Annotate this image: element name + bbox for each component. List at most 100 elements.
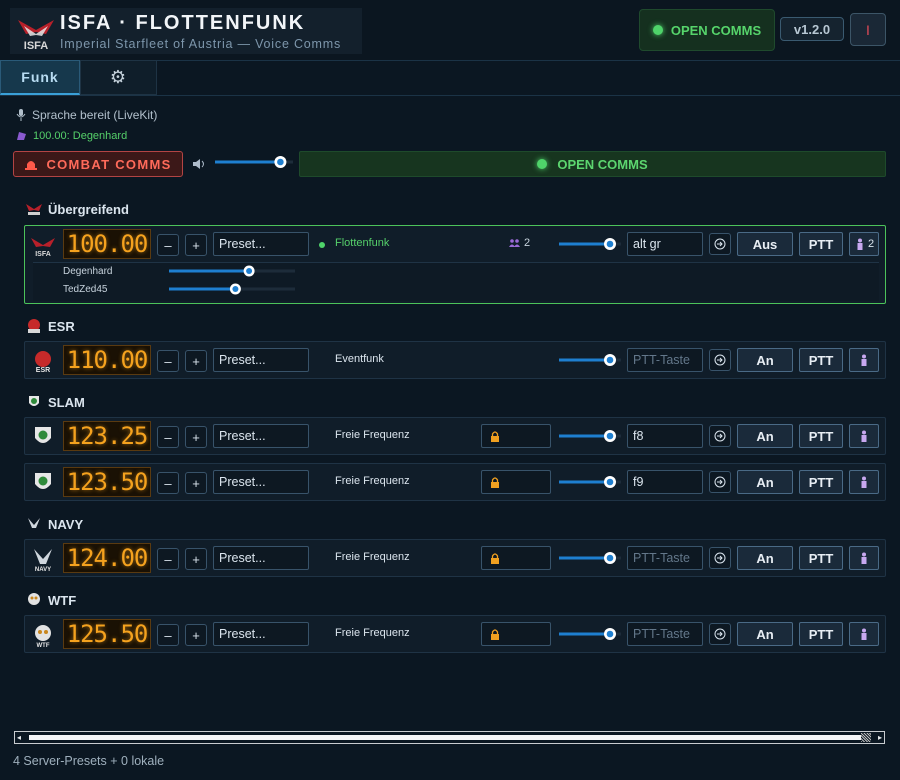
enter-icon [714,238,726,250]
channel-lock-field[interactable] [481,424,551,448]
ptt-key-input[interactable]: PTT-Taste [627,622,703,646]
combat-comms-label: COMBAT COMMS [46,156,172,172]
preset-select[interactable]: Preset... [213,622,309,646]
lock-icon [491,476,499,488]
enter-icon [714,628,726,640]
transmit-button[interactable]: 2 [849,232,879,256]
tab-settings[interactable]: ⚙ [80,60,157,95]
preset-select[interactable]: Preset... [213,546,309,570]
frequency-up-button[interactable]: + [185,234,207,256]
microphone-icon [16,109,26,121]
svg-text:NAVY: NAVY [35,567,51,571]
group-name: WTF [48,592,77,608]
transmit-button[interactable] [849,622,879,646]
active-speaker-text: 100.00: Degenhard [33,130,128,142]
assign-key-button[interactable] [709,425,731,447]
volume-slider[interactable] [559,353,621,367]
transmit-button[interactable] [849,348,879,372]
volume-slider[interactable] [559,475,621,489]
volume-slider[interactable] [559,551,621,565]
open-comms-status-icon [537,159,548,169]
assign-key-button[interactable] [709,623,731,645]
power-button[interactable]: I [850,13,886,46]
frequency-up-button[interactable]: + [185,548,207,570]
frequency-up-button[interactable]: + [185,472,207,494]
ptt-key-input[interactable]: PTT-Taste [627,348,703,372]
version-badge[interactable]: v1.2.0 [780,17,844,41]
preset-select[interactable]: Preset... [213,424,309,448]
ptt-key-input[interactable]: f9 [627,470,703,494]
toggle-button[interactable]: An [737,622,793,646]
master-volume-slider[interactable] [215,155,293,169]
combat-comms-button[interactable]: COMBAT COMMS [13,151,183,177]
channel-lock-field[interactable] [481,470,551,494]
frequency-up-button[interactable]: + [185,426,207,448]
ptt-button[interactable]: PTT [799,348,843,372]
frequency-down-button[interactable]: – [157,548,179,570]
assign-key-button[interactable] [709,547,731,569]
brand-panel: ISFA ISFA · FLOTTENFUNK Imperial Starfle… [10,8,362,54]
scrollbar-thumb[interactable] [29,735,865,740]
horizontal-scrollbar[interactable]: ◂ ▸ [14,731,885,744]
channel-name: Freie Frequenz [335,475,410,487]
group-header-slam: SLAM [26,394,85,410]
ptt-button[interactable]: PTT [799,546,843,570]
frequency-display: 100.00 [63,229,151,259]
frequency-down-button[interactable]: – [157,624,179,646]
member-list: Degenhard TedZed45 [33,262,879,301]
assign-key-button[interactable] [709,471,731,493]
transmit-button[interactable] [849,470,879,494]
ptt-key-input[interactable]: f8 [627,424,703,448]
frequency-up-button[interactable]: + [185,350,207,372]
navy-logo-icon: NAVY [34,549,52,571]
channel-name: Freie Frequenz [335,429,410,441]
toggle-button[interactable]: An [737,546,793,570]
frequency-down-button[interactable]: – [157,472,179,494]
volume-slider[interactable] [559,429,621,443]
header-open-comms-button[interactable]: OPEN COMMS [639,9,775,51]
svg-text:ISFA: ISFA [24,40,49,52]
toggle-button[interactable]: Aus [737,232,793,256]
preset-select[interactable]: Preset... [213,470,309,494]
channel-name: Flottenfunk [335,237,390,249]
radio-row: WTF 125.50 – + Preset... Freie Frequenz … [24,615,886,653]
volume-slider[interactable] [559,627,621,641]
frequency-down-button[interactable]: – [157,350,179,372]
assign-key-button[interactable] [709,233,731,255]
ptt-key-input[interactable]: alt gr [627,232,703,256]
frequency-display: 123.50 [63,467,151,497]
isfa-logo-icon: ISFA [31,238,55,257]
transmit-button[interactable] [849,546,879,570]
group-header-navy: NAVY [26,516,83,532]
scroll-left-icon[interactable]: ◂ [17,733,21,742]
ptt-button[interactable]: PTT [799,470,843,494]
frequency-up-button[interactable]: + [185,624,207,646]
transmit-button[interactable] [849,424,879,448]
group-header-esr: ESR [26,318,75,334]
channel-lock-field[interactable] [481,622,551,646]
voice-status-text: Sprache bereit (LiveKit) [32,108,158,122]
open-comms-button[interactable]: OPEN COMMS [299,151,886,177]
preset-select[interactable]: Preset... [213,348,309,372]
slam-logo-icon [35,473,51,489]
toggle-button[interactable]: An [737,348,793,372]
ptt-button[interactable]: PTT [799,232,843,256]
person-icon [861,430,867,442]
frequency-down-button[interactable]: – [157,234,179,256]
ptt-key-input[interactable]: PTT-Taste [627,546,703,570]
frequency-down-button[interactable]: – [157,426,179,448]
slam-logo-icon [35,427,51,443]
ptt-button[interactable]: PTT [799,424,843,448]
assign-key-button[interactable] [709,349,731,371]
resize-grip-icon[interactable] [861,733,871,742]
scroll-right-icon[interactable]: ▸ [878,733,882,742]
toggle-button[interactable]: An [737,424,793,448]
preset-select[interactable]: Preset... [213,232,309,256]
channel-lock-field[interactable] [481,546,551,570]
volume-slider[interactable] [559,237,621,251]
member-volume-slider[interactable] [169,283,295,295]
toggle-button[interactable]: An [737,470,793,494]
tab-funk[interactable]: Funk [0,60,80,95]
member-volume-slider[interactable] [169,265,295,277]
ptt-button[interactable]: PTT [799,622,843,646]
